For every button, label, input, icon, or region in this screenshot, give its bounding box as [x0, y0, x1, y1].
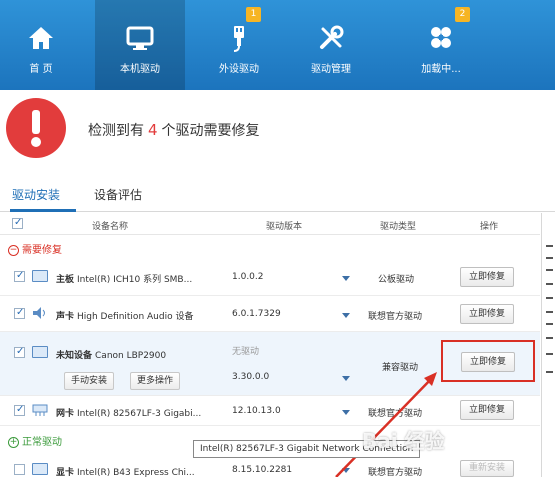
- baidu-watermark: Bai 经验: [362, 429, 445, 453]
- annotation-arrow-icon: [335, 372, 437, 477]
